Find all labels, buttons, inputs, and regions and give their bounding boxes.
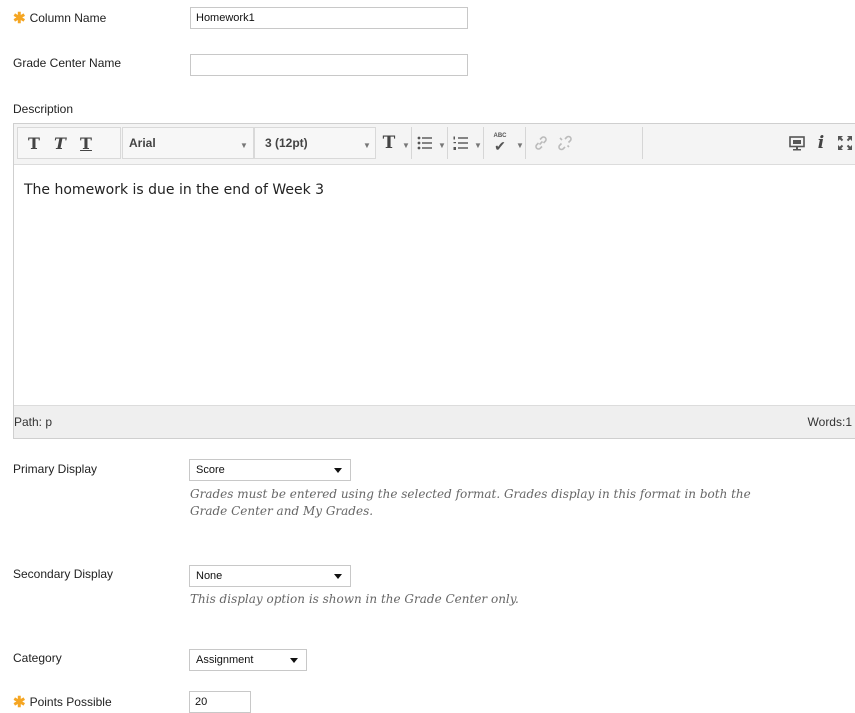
- column-name-label: ✱ Column Name: [13, 10, 107, 27]
- secondary-display-hint: This display option is shown in the Grad…: [190, 592, 519, 606]
- bullet-list-icon[interactable]: [414, 130, 436, 156]
- preview-icon[interactable]: [786, 130, 808, 156]
- secondary-display-select[interactable]: None: [189, 565, 351, 587]
- editor-content[interactable]: The homework is due in the end of Week 3: [24, 182, 324, 198]
- category-select[interactable]: Assignment: [189, 649, 307, 671]
- primary-display-hint: Grades must be entered using the selecte…: [190, 487, 751, 518]
- column-name-input[interactable]: [190, 7, 468, 29]
- grade-center-name-input[interactable]: [190, 54, 468, 76]
- info-icon[interactable]: i: [812, 130, 830, 156]
- chevron-down-icon: ▼: [240, 141, 248, 150]
- fullscreen-icon[interactable]: [834, 130, 855, 156]
- points-possible-label: ✱ Points Possible: [13, 694, 112, 711]
- word-count: Words:1: [807, 415, 852, 429]
- toolbar-divider: [447, 127, 448, 159]
- toolbar-divider: [525, 127, 526, 159]
- chevron-down-icon: ▼: [363, 141, 371, 150]
- font-size-value: 3 (12pt): [265, 136, 308, 150]
- underline-icon[interactable]: T: [74, 130, 98, 156]
- editor-path: Path: p: [14, 415, 53, 429]
- category-value: Assignment: [196, 654, 254, 666]
- toolbar-divider: [642, 127, 643, 159]
- toolbar-divider: [411, 127, 412, 159]
- primary-display-select[interactable]: Score: [189, 459, 351, 481]
- description-label: Description: [13, 102, 74, 116]
- toolbar-divider: [483, 127, 484, 159]
- chevron-down-icon: [334, 574, 342, 579]
- description-editor: T T T Arial ▼ 3 (12pt) ▼ T ▼ ▼ ▼ ABC ✔ ▼…: [13, 123, 855, 439]
- chevron-down-icon[interactable]: ▼: [402, 141, 410, 150]
- bold-icon[interactable]: T: [22, 130, 46, 156]
- points-possible-input[interactable]: [189, 691, 251, 713]
- font-family-value: Arial: [129, 136, 156, 150]
- grade-center-name-label: Grade Center Name: [13, 56, 122, 70]
- chevron-down-icon: [334, 468, 342, 473]
- primary-display-value: Score: [196, 464, 225, 476]
- chevron-down-icon: [290, 658, 298, 663]
- editor-statusbar: Path: p Words:1: [14, 405, 855, 438]
- secondary-display-label: Secondary Display: [13, 567, 114, 581]
- chevron-down-icon[interactable]: ▼: [516, 141, 524, 150]
- required-asterisk-icon: ✱: [13, 10, 26, 27]
- secondary-display-value: None: [196, 570, 223, 582]
- numbered-list-icon[interactable]: [450, 130, 472, 156]
- unlink-icon[interactable]: [554, 130, 576, 156]
- primary-display-label: Primary Display: [13, 462, 98, 476]
- required-asterisk-icon: ✱: [13, 694, 26, 711]
- chevron-down-icon[interactable]: ▼: [438, 141, 446, 150]
- text-color-icon[interactable]: T: [378, 130, 400, 156]
- link-icon[interactable]: [530, 130, 552, 156]
- italic-icon[interactable]: T: [48, 130, 72, 156]
- chevron-down-icon[interactable]: ▼: [474, 141, 482, 150]
- editor-toolbar: T T T Arial ▼ 3 (12pt) ▼ T ▼ ▼ ▼ ABC ✔ ▼…: [14, 124, 855, 165]
- category-label: Category: [13, 651, 62, 665]
- spellcheck-icon[interactable]: ABC ✔: [487, 130, 513, 156]
